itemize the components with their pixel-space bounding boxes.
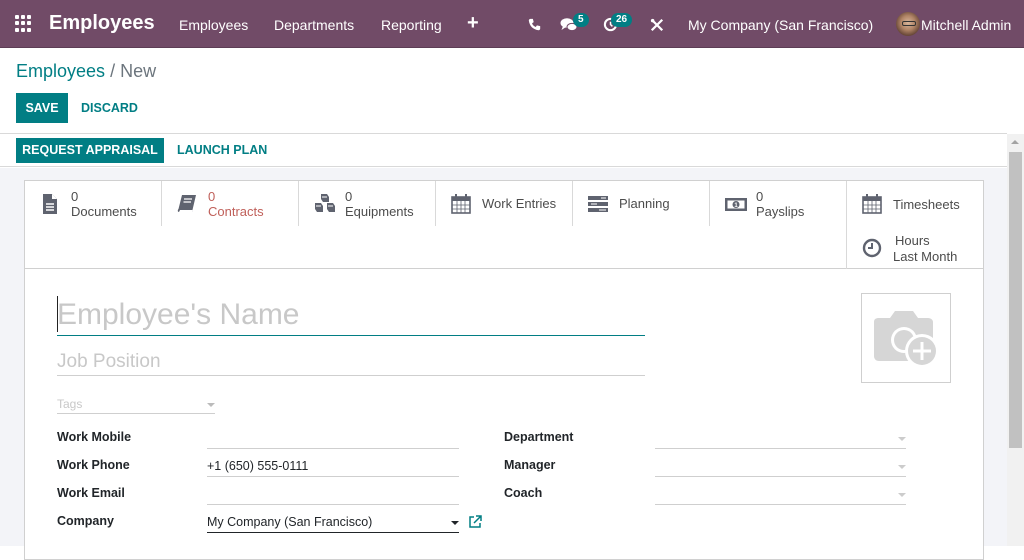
breadcrumb-parent[interactable]: Employees [16, 61, 105, 81]
equipments-label: Equipments [345, 204, 414, 219]
calendar-icon [862, 194, 882, 214]
payslips-label: Payslips [756, 204, 805, 219]
photo-upload[interactable] [861, 293, 951, 383]
smart-button-contracts[interactable]: 0 Contracts [162, 181, 299, 226]
coach-label: Coach [504, 486, 543, 500]
chevron-down-icon[interactable] [898, 465, 906, 469]
scroll-up-arrow-icon[interactable] [1011, 140, 1019, 144]
request-appraisal-button[interactable]: REQUEST APPRAISAL [16, 138, 164, 163]
camera-add-icon [874, 311, 939, 368]
discard-button[interactable]: DISCARD [81, 101, 138, 115]
breadcrumb: Employees / New [16, 61, 156, 82]
smart-button-box: 0 Documents 0 Contracts 0 Equipments Wor… [25, 181, 983, 269]
money-icon: 1 [725, 198, 747, 211]
department-select[interactable] [655, 427, 906, 449]
save-button[interactable]: SAVE [16, 93, 68, 123]
manager-select[interactable] [655, 455, 906, 477]
coach-select[interactable] [655, 483, 906, 505]
menu-employees[interactable]: Employees [179, 17, 248, 33]
hours-value: Hours [895, 233, 930, 248]
clock-icon [862, 238, 882, 258]
app-title[interactable]: Employees [49, 12, 155, 35]
chevron-down-icon[interactable] [898, 493, 906, 497]
documents-count: 0 [71, 189, 79, 204]
activities-badge: 26 [611, 13, 633, 27]
launch-plan-button[interactable]: LAUNCH PLAN [177, 143, 267, 157]
apps-grid-icon[interactable] [15, 15, 32, 32]
work-mobile-label: Work Mobile [57, 430, 132, 444]
text-cursor [57, 296, 58, 332]
company-switcher[interactable]: My Company (San Francisco) [688, 17, 873, 33]
calendar-icon [451, 194, 471, 214]
menu-reporting[interactable]: Reporting [381, 17, 442, 33]
chevron-down-icon[interactable] [207, 403, 215, 407]
work-mobile-input[interactable] [207, 427, 459, 449]
payslips-count: 0 [756, 189, 764, 204]
form-sheet: 0 Documents 0 Contracts 0 Equipments Wor… [24, 180, 984, 560]
contracts-label: Contracts [208, 204, 264, 219]
smart-button-documents[interactable]: 0 Documents [25, 181, 162, 226]
user-avatar[interactable] [896, 12, 920, 36]
documents-label: Documents [71, 204, 137, 219]
company-label: Company [57, 514, 114, 528]
manager-label: Manager [504, 458, 556, 472]
employee-name-input[interactable] [57, 294, 645, 336]
department-label: Department [504, 430, 574, 444]
menu-departments[interactable]: Departments [274, 17, 354, 33]
scrollbar[interactable] [1007, 134, 1024, 546]
smart-button-planning[interactable]: Planning [573, 181, 710, 226]
cubes-icon [315, 194, 335, 212]
tools-icon[interactable] [650, 18, 664, 32]
smart-button-work-entries[interactable]: Work Entries [436, 181, 573, 226]
document-icon [43, 194, 57, 214]
breadcrumb-separator: / [110, 61, 116, 81]
messages-badge: 5 [573, 13, 589, 27]
tags-input[interactable] [57, 394, 215, 414]
work-entries-label: Work Entries [482, 196, 557, 211]
scrollbar-thumb[interactable] [1009, 152, 1022, 448]
hours-label: Last Month [893, 249, 958, 264]
smart-button-payslips[interactable]: 1 0 Payslips [710, 181, 847, 226]
book-icon [177, 195, 196, 212]
external-link-icon[interactable] [468, 515, 482, 529]
smart-button-divider [846, 181, 847, 269]
phone-icon[interactable] [528, 18, 541, 31]
smart-button-equipments[interactable]: 0 Equipments [299, 181, 436, 226]
contracts-count: 0 [208, 189, 216, 204]
work-email-input[interactable] [207, 483, 459, 505]
smart-button-timesheets[interactable]: Timesheets [847, 181, 983, 226]
company-select[interactable] [207, 511, 459, 533]
user-menu[interactable]: Mitchell Admin [921, 17, 1011, 33]
breadcrumb-current: New [120, 61, 157, 81]
work-phone-label: Work Phone [57, 458, 130, 472]
planning-label: Planning [619, 196, 670, 211]
top-navbar: Employees Employees Departments Reportin… [0, 0, 1024, 48]
plus-icon[interactable]: + [467, 13, 479, 33]
smart-button-hours[interactable]: Hours Last Month [847, 226, 983, 269]
timesheets-label: Timesheets [893, 197, 960, 212]
work-email-label: Work Email [57, 486, 125, 500]
equipments-count: 0 [345, 189, 353, 204]
job-position-input[interactable] [57, 348, 645, 376]
chevron-down-icon[interactable] [451, 521, 459, 525]
work-phone-input[interactable] [207, 455, 459, 477]
tasks-icon [588, 196, 608, 212]
chevron-down-icon[interactable] [898, 437, 906, 441]
